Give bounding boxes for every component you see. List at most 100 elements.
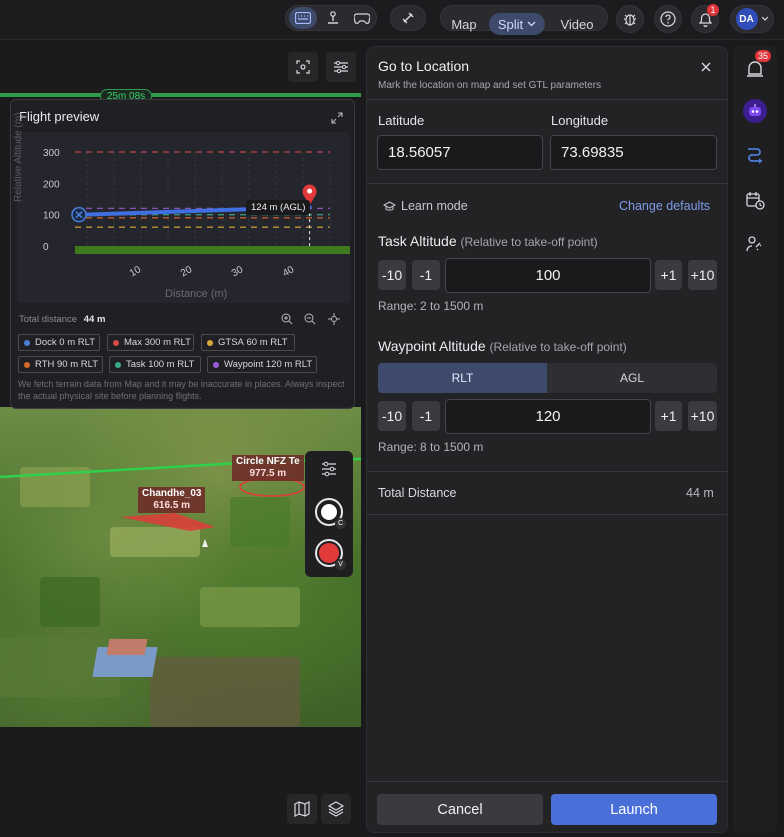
waypoint-plus-1-button[interactable]: +1 [655,401,682,431]
view-map-tab[interactable]: Map [445,13,483,35]
legend-dock: Dock 0 m RLT [18,334,100,351]
chevron-down-icon [761,16,768,21]
y-tick-label: 100 [43,211,60,222]
close-button[interactable] [700,60,712,72]
poi-altitude: 616.5 m [153,500,191,511]
mission-button[interactable] [743,142,767,166]
layer-settings-button[interactable] [319,459,339,479]
graduation-cap-icon [383,200,396,211]
change-defaults-link[interactable]: Change defaults [619,199,710,213]
legend-label: Task [126,359,146,370]
view-video-tab[interactable]: Video [553,13,601,35]
schedule-button[interactable] [743,188,767,212]
notifications-button[interactable]: 1 [691,4,719,33]
robot-icon [749,104,761,116]
map-style-button[interactable] [287,794,317,824]
user-menu-button[interactable]: DA [730,5,774,33]
zoom-in-button[interactable] [281,312,293,330]
nfz-label: Circle NFZ Te 977.5 m [232,455,304,481]
divider [367,514,727,515]
legend-value: 90 m RLT [57,359,99,370]
legend-label: RTH [35,359,55,370]
task-minus-10-button[interactable]: -10 [378,260,406,290]
debug-button[interactable] [616,5,644,33]
view-split-tab[interactable]: Split [489,13,545,35]
task-plus-1-button[interactable]: +1 [655,260,682,290]
latitude-input[interactable]: 18.56057 [377,135,543,170]
total-distance-value: 44 m [83,314,106,325]
help-button[interactable] [654,5,682,33]
learn-mode-label: Learn mode [401,199,468,213]
waypoint-altitude-hint: (Relative to take-off point) [489,340,627,354]
x-tick-label: 10 [128,264,144,279]
alerts-button[interactable]: 35 [743,50,772,80]
legend-label: GTSA [218,337,244,348]
layers-icon [328,801,344,817]
ai-assistant-button[interactable] [743,99,767,123]
control-mode-group [285,5,377,31]
legend-max: Max 300 m RLT [107,334,194,351]
chevron-down-icon [527,21,536,27]
total-distance-label: Total Distance [378,486,457,500]
divider [367,471,727,472]
drone-link-button[interactable] [390,5,426,31]
legend-label: Waypoint [224,359,264,370]
total-distance-label: Total distance [19,314,78,325]
altitude-chart-svg: 300 200 100 0 10 20 30 40 [43,148,350,279]
record-video-button[interactable]: V [315,539,346,570]
waypoint-minus-10-button[interactable]: -10 [378,401,406,431]
launch-button[interactable]: Launch [551,794,717,825]
waypoint-minus-1-button[interactable]: -1 [412,401,440,431]
gamepad-icon[interactable] [348,7,376,29]
waypoint-mode-agl[interactable]: AGL [547,363,717,393]
altitude-marker-label: 124 m (AGL) [246,200,311,215]
longitude-input[interactable]: 73.69835 [550,135,717,170]
waypoint-plus-10-button[interactable]: +10 [688,401,717,431]
task-minus-1-button[interactable]: -1 [412,260,440,290]
capture-icon [296,60,310,74]
cancel-button[interactable]: Cancel [377,794,543,825]
legend-rth: RTH 90 m RLT [18,356,103,373]
zoom-out-icon [304,313,316,325]
learn-mode-toggle[interactable]: Learn mode [383,199,468,213]
altitude-chart: 300 200 100 0 10 20 30 40 Relative Altitude (m)… [13,113,350,303]
task-plus-10-button[interactable]: +10 [688,260,717,290]
screenshot-button[interactable] [288,52,318,82]
map-settings-button[interactable] [326,52,356,82]
panel-title: Go to Location [378,58,470,74]
legend-dot [113,340,119,346]
divider [367,781,727,782]
expand-button[interactable] [331,111,343,124]
flight-progress-track [0,93,361,97]
longitude-label: Longitude [551,113,609,128]
y-tick-label: 300 [43,148,60,159]
calendar-clock-icon [746,192,765,210]
divider [367,99,727,100]
legend-dot [207,340,213,346]
waypoint-altitude-input[interactable]: 120 [445,399,651,434]
legend-value: 100 m RLT [148,359,195,370]
poi-label: Chandhe_03 616.5 m [138,487,206,513]
nfz-name: Circle NFZ Te [236,456,300,467]
legend-value: 120 m RLT [265,359,313,370]
destination-pin-dot [307,188,313,194]
y-tick-label: 200 [43,179,60,190]
map-icon [294,801,310,817]
task-altitude-input[interactable]: 100 [445,258,651,293]
sliders-icon [322,461,336,477]
zoom-out-button[interactable] [304,312,316,330]
layers-button[interactable] [321,794,351,824]
joystick-icon[interactable] [319,7,347,29]
right-rail: 35 [733,46,777,833]
recenter-button[interactable] [328,312,340,330]
legend-label: Dock [35,337,57,348]
total-distance-value: 44 m [686,486,714,500]
divider [367,183,727,184]
panel-subtitle: Mark the location on map and set GTL par… [378,80,602,91]
pilot-handover-button[interactable] [743,232,767,256]
keyboard-icon[interactable] [289,7,317,29]
alerts-badge: 35 [755,50,772,62]
nfz-altitude: 977.5 m [249,468,287,479]
capture-photo-button[interactable]: C [315,498,346,529]
waypoint-mode-rlt[interactable]: RLT [378,363,547,393]
